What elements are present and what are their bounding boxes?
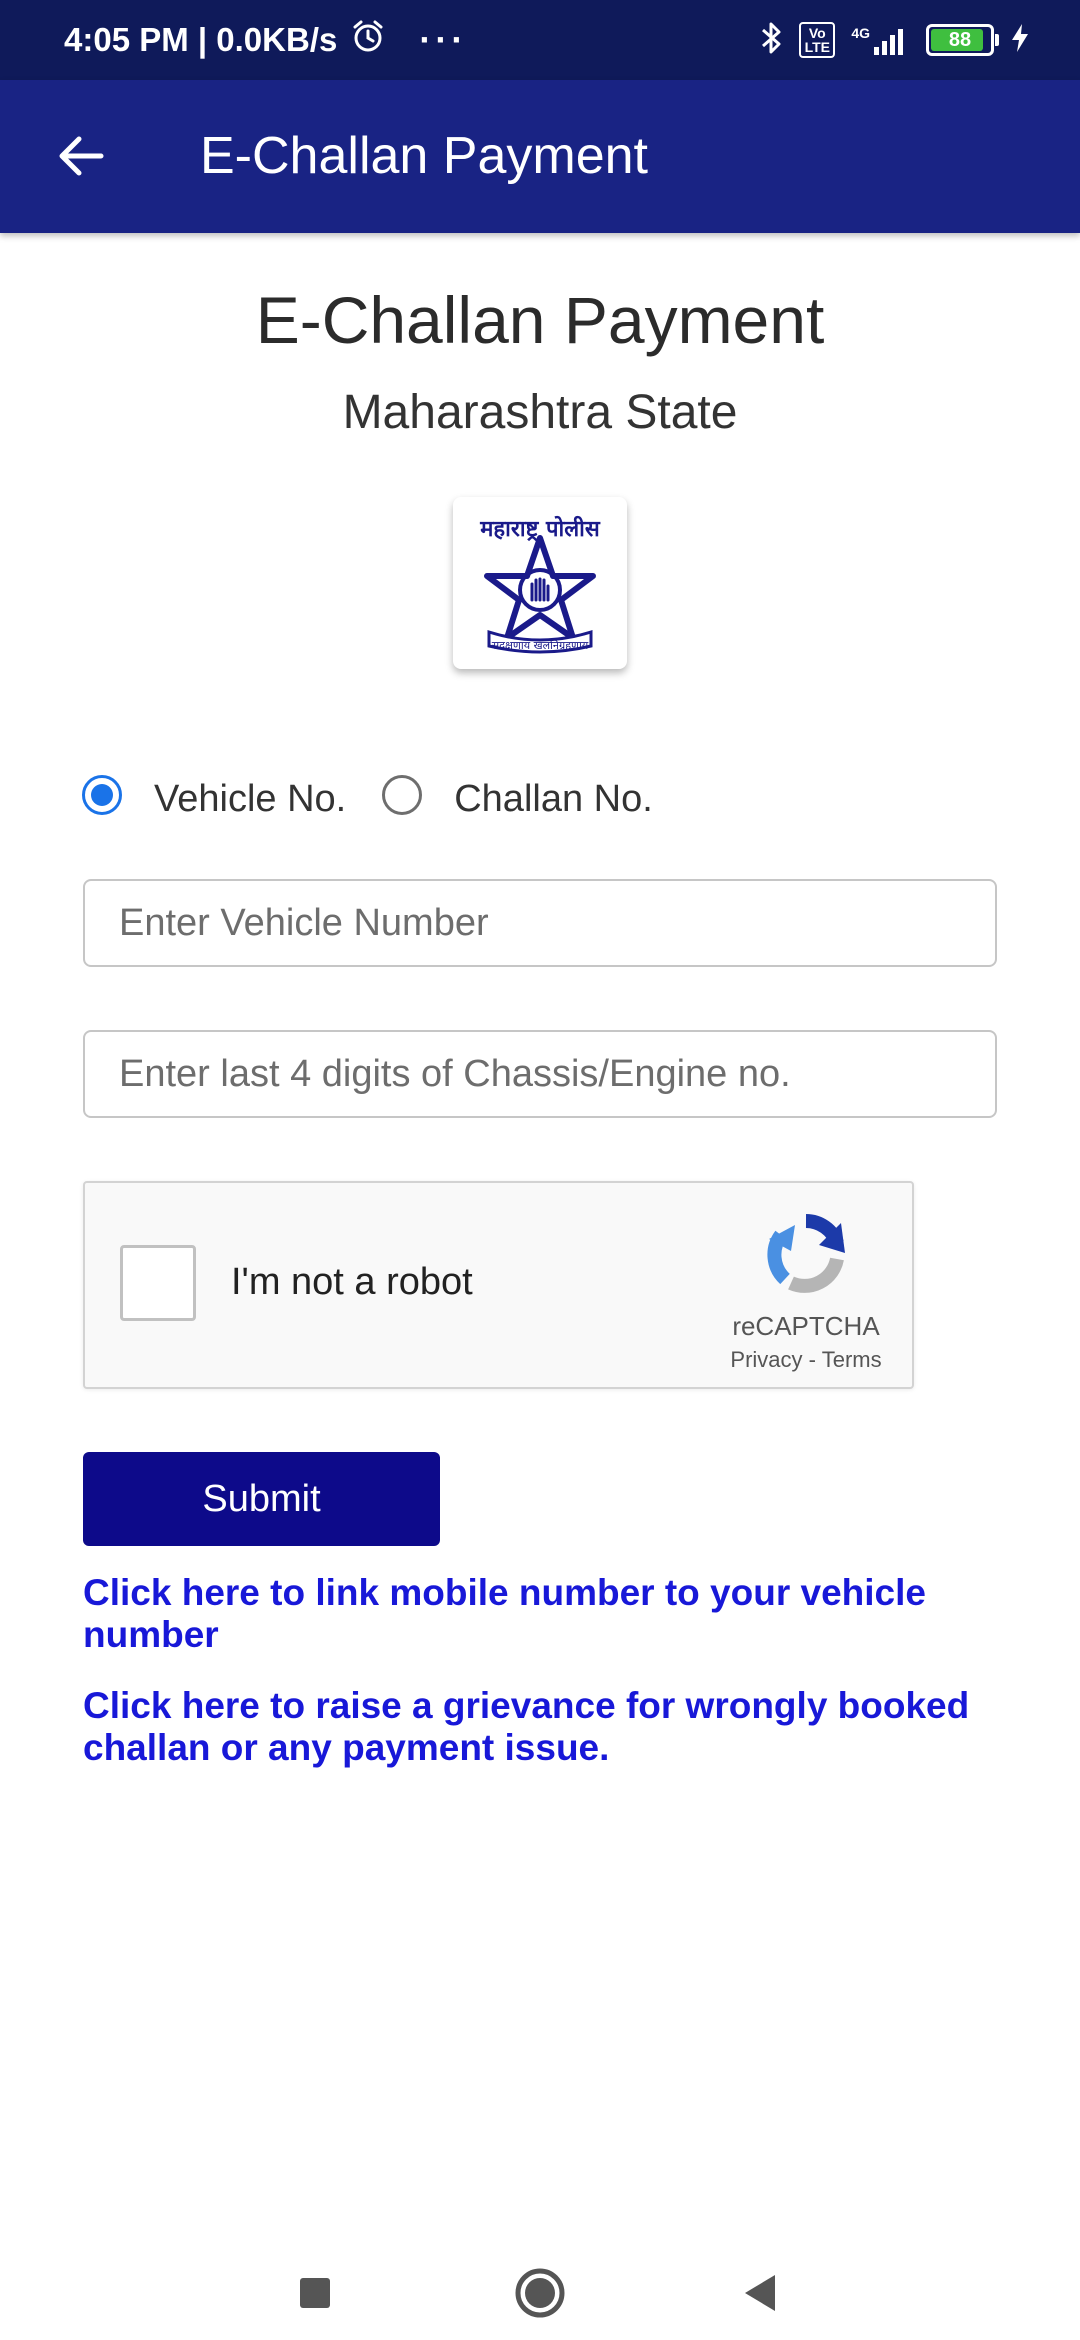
radio-label-challan: Challan No. <box>454 777 653 820</box>
police-emblem-icon: महाराष्ट्र पोलीस सद्रक्षणाय खलनिग्रहणाय <box>479 515 601 654</box>
submit-button[interactable]: Submit <box>83 1452 440 1546</box>
nav-back-button[interactable] <box>725 2258 795 2328</box>
recaptcha-terms-link[interactable]: Terms <box>822 1347 882 1372</box>
status-left: 4:05 PM | 0.0KB/s ··· <box>64 0 467 80</box>
radio-vehicle-no[interactable]: Vehicle No. <box>82 770 346 821</box>
recaptcha-icon <box>767 1214 845 1293</box>
page-subtitle: Maharashtra State <box>342 386 738 439</box>
back-button[interactable] <box>40 116 120 196</box>
status-bar: 4:05 PM | 0.0KB/s ··· Vo LTE 4G 88 <box>0 0 1080 80</box>
app-bar: E-Challan Payment <box>0 80 1080 233</box>
system-navigation-bar <box>0 2240 1080 2340</box>
triangle-back-icon <box>745 2275 775 2311</box>
link-raise-grievance[interactable]: Click here to raise a grievance for wron… <box>83 1685 983 1769</box>
battery-level: 88 <box>948 28 972 51</box>
alarm-icon <box>351 19 385 61</box>
arrow-back-icon <box>59 136 104 176</box>
network-type: 4G <box>851 25 870 41</box>
recaptcha-label: I'm not a robot <box>231 1261 473 1303</box>
status-time-speed: 4:05 PM | 0.0KB/s <box>64 21 338 58</box>
page-title: E-Challan Payment <box>255 283 825 357</box>
charging-icon <box>1010 22 1030 59</box>
search-type-radio-group: Vehicle No. Challan No. <box>82 760 653 830</box>
volte-icon: Vo LTE <box>799 22 836 58</box>
radio-challan-no[interactable]: Challan No. <box>382 770 653 821</box>
recaptcha-widget: I'm not a robot reCAPTCHA Privacy - Term… <box>83 1181 914 1389</box>
signal-icon: 4G <box>851 25 910 55</box>
maharashtra-police-logo: महाराष्ट्र पोलीस सद्रक्षणाय खलनिग्रहणाय <box>453 497 627 669</box>
recaptcha-separator: - <box>808 1347 816 1372</box>
status-right: Vo LTE 4G 88 <box>759 0 1030 80</box>
link-mobile-number[interactable]: Click here to link mobile number to your… <box>83 1572 983 1656</box>
radio-label-vehicle: Vehicle No. <box>154 777 347 820</box>
chassis-engine-input[interactable] <box>83 1030 997 1118</box>
home-button[interactable] <box>505 2258 575 2328</box>
recaptcha-privacy-link[interactable]: Privacy <box>730 1347 802 1372</box>
recents-button[interactable] <box>280 2258 350 2328</box>
app-bar-title: E-Challan Payment <box>200 127 648 185</box>
vehicle-number-input[interactable] <box>83 879 997 967</box>
square-icon <box>300 2278 330 2308</box>
circle-icon <box>515 2268 565 2318</box>
radio-button-unchecked[interactable] <box>382 775 423 815</box>
recaptcha-brand: reCAPTCHA <box>732 1311 880 1341</box>
battery-icon: 88 <box>926 24 999 56</box>
bluetooth-icon <box>759 20 783 61</box>
recaptcha-checkbox[interactable] <box>120 1245 196 1321</box>
recaptcha-links: Privacy - Terms <box>705 1347 907 1373</box>
overflow-dots: ··· <box>419 19 468 60</box>
logo-motto: सद्रक्षणाय खलनिग्रहणाय <box>492 639 589 652</box>
radio-button-checked[interactable] <box>82 775 122 815</box>
